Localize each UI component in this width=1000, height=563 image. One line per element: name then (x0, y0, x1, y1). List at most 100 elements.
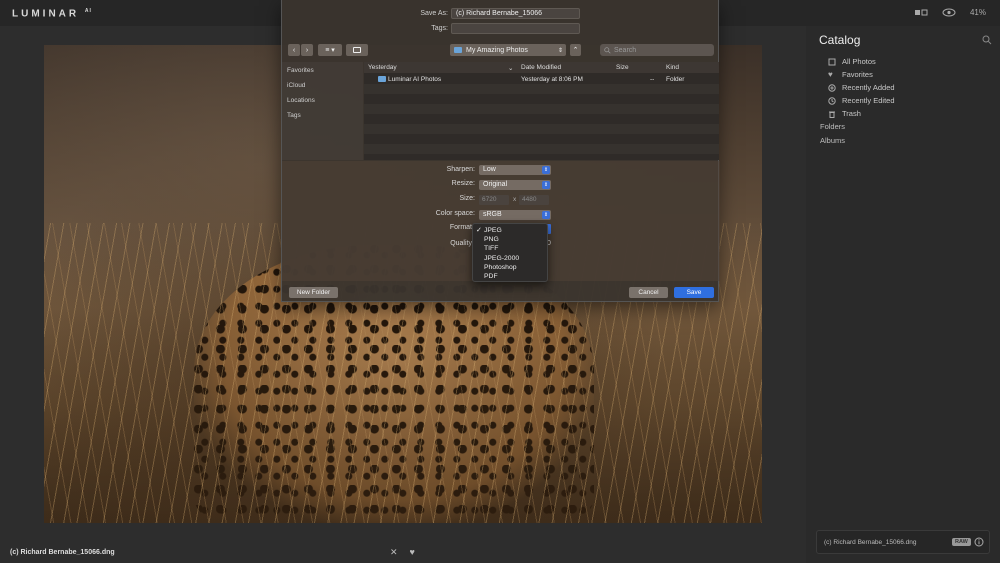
catalog-item-all-photos[interactable]: All Photos (828, 55, 895, 68)
empty-row (364, 114, 719, 124)
catalog-item-trash[interactable]: Trash (828, 107, 895, 120)
format-option-jpeg2000[interactable]: JPEG-2000 (473, 254, 547, 263)
location-value: My Amazing Photos (466, 46, 528, 54)
new-folder-button[interactable]: New Folder (289, 287, 338, 298)
updown-arrows-icon: ⇕ (542, 166, 550, 174)
tags-field[interactable] (451, 23, 580, 34)
search-icon (604, 46, 611, 54)
format-option-photoshop[interactable]: Photoshop (473, 263, 547, 272)
quality-label: Quality (450, 240, 472, 247)
search-field[interactable]: Search (600, 44, 714, 56)
folder-icon (454, 47, 462, 53)
resize-label: Resize: (451, 180, 475, 187)
empty-row (364, 84, 719, 94)
catalog-item-recently-added[interactable]: Recently Added (828, 81, 895, 94)
updown-arrows-icon: ⇕ (542, 211, 550, 219)
compare-icon[interactable] (914, 8, 928, 17)
empty-row (364, 124, 719, 134)
resize-select[interactable]: Original ⇕ (479, 180, 551, 190)
format-option-jpeg[interactable]: ✓ JPEG (473, 226, 547, 235)
empty-row (364, 144, 719, 154)
size-width-field: 6720 (479, 195, 509, 205)
row-date: Yesterday at 8:06 PM (521, 76, 583, 83)
reject-icon[interactable]: ✕ (390, 547, 398, 558)
file-info-card: (c) Richard Bernabe_15066.dng RAW (816, 530, 990, 554)
sidebar-item-tags[interactable]: Tags (287, 112, 301, 119)
cancel-button[interactable]: Cancel (629, 287, 668, 298)
column-headers: Yesterday ⌄ Date Modified Size Kind (364, 62, 719, 73)
table-row[interactable]: Luminar AI Photos Yesterday at 8:06 PM -… (364, 74, 719, 84)
empty-row (364, 134, 719, 144)
format-option-pdf[interactable]: PDF (473, 272, 547, 281)
catalog-title: Catalog (819, 33, 861, 47)
row-kind: Folder (666, 76, 685, 83)
size-separator: x (513, 196, 517, 203)
folders-section[interactable]: Folders (820, 122, 845, 131)
back-button[interactable]: ‹ (288, 44, 300, 56)
albums-section[interactable]: Albums (820, 136, 845, 145)
row-name: Luminar AI Photos (388, 76, 442, 83)
clock-icon (828, 96, 836, 105)
column-kind[interactable]: Kind (666, 64, 679, 71)
eye-icon[interactable] (942, 8, 956, 17)
row-size: -- (650, 76, 655, 83)
folder-icon (378, 76, 386, 84)
photo-actions: ✕ ♥ (390, 547, 415, 558)
checkmark-icon: ✓ (476, 227, 482, 234)
catalog-item-favorites[interactable]: ♥ Favorites (828, 68, 895, 81)
column-name[interactable]: Yesterday (368, 64, 397, 71)
app-logo: LUMINAR AI (12, 8, 92, 20)
file-card-name: (c) Richard Bernabe_15066.dng (824, 539, 917, 546)
color-space-label: Color space: (435, 210, 475, 217)
save-as-field[interactable]: (c) Richard Bernabe_15066 (451, 8, 580, 19)
location-select[interactable]: My Amazing Photos ⇕ (450, 44, 566, 56)
size-label: Size: (459, 195, 475, 202)
heart-icon: ♥ (828, 69, 833, 79)
sidebar-item-favorites[interactable]: Favorites (287, 67, 314, 74)
view-options-button[interactable]: ≡ ▾ (318, 44, 342, 56)
sidebar-item-icloud[interactable]: iCloud (287, 82, 305, 89)
empty-row (364, 104, 719, 114)
favorite-heart-icon[interactable]: ♥ (410, 547, 415, 558)
format-label: Format (449, 224, 472, 231)
dialog-sidebar: Favorites iCloud Locations Tags (282, 62, 363, 160)
chevron-right-icon: › (305, 46, 309, 54)
photo-filename: (c) Richard Bernabe_15066.dng (10, 549, 115, 556)
search-icon[interactable] (982, 35, 992, 45)
dialog-toolbar: ‹ › ≡ ▾ My Amazing Photos ⇕ ⌃ Search (282, 40, 720, 62)
expand-collapse-button[interactable]: ⌃ (570, 44, 581, 56)
info-icon[interactable] (974, 537, 984, 547)
zoom-level[interactable]: 41% (970, 8, 986, 17)
list-view-icon: ≡ ▾ (325, 47, 335, 54)
updown-arrows-icon: ⇕ (557, 47, 563, 54)
column-date[interactable]: Date Modified (521, 64, 561, 71)
sharpen-select[interactable]: Low ⇕ (479, 165, 551, 175)
tags-label: Tags: (431, 25, 448, 32)
new-folder-toolbar-button[interactable] (346, 44, 368, 56)
catalog-item-recently-edited[interactable]: Recently Edited (828, 94, 895, 107)
raw-badge: RAW (952, 538, 971, 546)
sharpen-label: Sharpen: (446, 166, 475, 173)
search-placeholder: Search (614, 46, 637, 54)
catalog-list: All Photos ♥ Favorites Recently Added Re… (828, 55, 895, 120)
catalog-panel: Catalog All Photos ♥ Favorites Recently … (806, 26, 1000, 563)
empty-row (364, 94, 719, 104)
column-size[interactable]: Size (616, 64, 629, 71)
format-option-png[interactable]: PNG (473, 235, 547, 244)
save-button[interactable]: Save (674, 287, 714, 298)
plus-circle-icon (828, 83, 836, 92)
save-dialog: Save As: (c) Richard Bernabe_15066 Tags:… (281, 0, 720, 302)
luminar-app: LUMINAR AI 41% (c) Richard Bernabe_15066… (0, 0, 1000, 563)
forward-button[interactable]: › (301, 44, 313, 56)
updown-arrows-icon: ⇕ (542, 181, 550, 189)
save-as-label: Save As: (420, 10, 448, 17)
color-space-select[interactable]: sRGB ⇕ (479, 210, 551, 220)
photos-icon (828, 58, 836, 65)
top-right-controls: 41% (914, 8, 986, 17)
file-browser: Yesterday ⌄ Date Modified Size Kind Lumi… (364, 62, 719, 160)
sort-chevron-icon: ⌄ (508, 65, 514, 72)
format-option-tiff[interactable]: TIFF (473, 244, 547, 253)
chevron-left-icon: ‹ (292, 46, 296, 54)
sidebar-item-locations[interactable]: Locations (287, 97, 315, 104)
size-height-field: 4480 (519, 195, 549, 205)
